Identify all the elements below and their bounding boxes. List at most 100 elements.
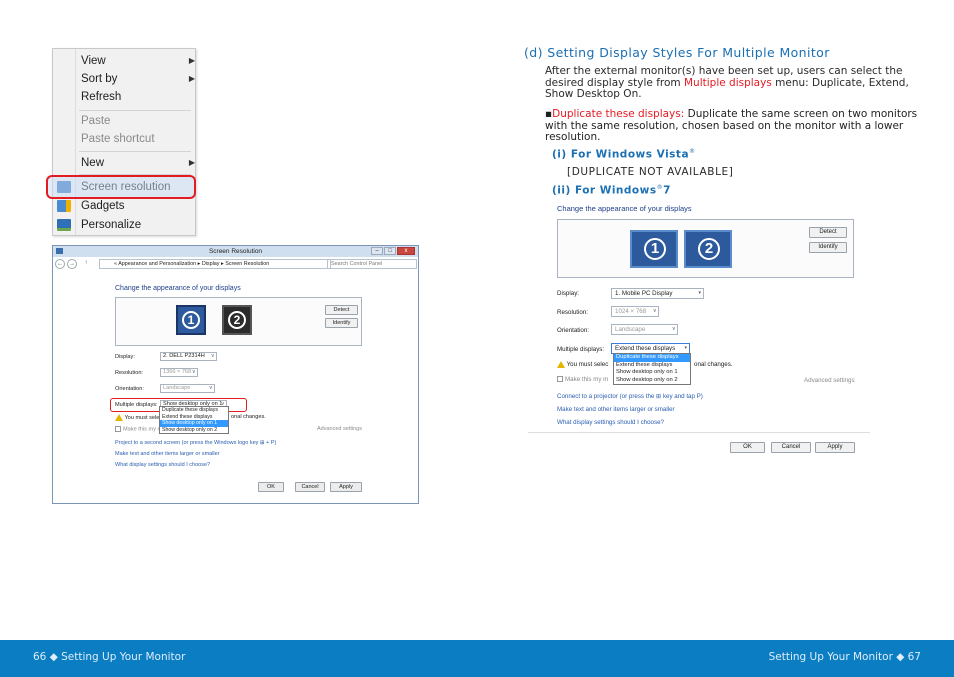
make-main-display[interactable]: Make this my m: [115, 426, 162, 432]
close-button[interactable]: x: [397, 247, 415, 255]
dropdown-option[interactable]: Show desktop only on 2: [160, 427, 228, 434]
chevron-down-icon: v: [211, 353, 215, 359]
text-size-link[interactable]: Make text and other items larger or smal…: [115, 451, 220, 457]
select-value: 1366 × 768: [163, 369, 192, 375]
win7-version: 7: [663, 184, 671, 197]
win7-heading-text: (ii) For Windows: [552, 184, 657, 197]
identify-button[interactable]: Identify: [325, 318, 358, 328]
dropdown-option[interactable]: Show desktop only on 1: [614, 369, 690, 377]
forward-icon[interactable]: →: [67, 259, 77, 269]
checkbox[interactable]: [115, 426, 121, 432]
ok-button[interactable]: OK: [258, 482, 284, 492]
ok-button[interactable]: OK: [730, 442, 765, 453]
monitor-2-icon[interactable]: 2: [222, 305, 252, 335]
checkbox-label: Make this my m: [123, 426, 163, 433]
back-icon[interactable]: ←: [55, 259, 65, 269]
chevron-down-icon: v: [653, 308, 657, 314]
gadgets-icon: [57, 200, 71, 212]
dropdown-option[interactable]: Duplicate these displays: [160, 407, 228, 414]
footer-left-page: 66 ◆ Setting Up Your Monitor: [33, 651, 186, 663]
menu-item-gadgets[interactable]: Gadgets: [81, 197, 124, 215]
chevron-down-icon: ▾: [698, 290, 701, 296]
menu-separator: [79, 151, 191, 152]
warning-message-tail: onal changes.: [231, 414, 266, 420]
menu-item-sort-by[interactable]: Sort by ▶: [81, 70, 195, 88]
text-size-link[interactable]: Make text and other items larger or smal…: [557, 406, 675, 413]
search-input[interactable]: Search Control Panel: [327, 259, 417, 269]
breadcrumb[interactable]: « Appearance and Personalization ▸ Displ…: [99, 259, 331, 269]
submenu-arrow-icon: ▶: [188, 56, 195, 65]
warning-message: You must select: [115, 414, 164, 421]
monitor-2-icon[interactable]: 2: [684, 230, 732, 268]
monitor-number: 1: [644, 238, 666, 260]
menu-item-personalize[interactable]: Personalize: [81, 216, 141, 234]
resolution-select: 1024 × 768 v: [611, 306, 659, 317]
menu-item-view[interactable]: View ▶: [81, 52, 195, 70]
screen-resolution-window: Screen Resolution – □ x ← → ↑ « Appearan…: [52, 245, 419, 504]
project-link[interactable]: Project to a second screen (or press the…: [115, 440, 276, 446]
monitor-1-icon[interactable]: 1: [176, 305, 206, 335]
make-main-display[interactable]: Make this my m: [557, 376, 608, 383]
address-bar: ← → ↑ « Appearance and Personalization ▸…: [55, 259, 417, 270]
checkbox-label: Make this my m: [565, 376, 609, 383]
intro-paragraph: After the external monitor(s) have been …: [545, 65, 915, 101]
cancel-button[interactable]: Cancel: [771, 442, 811, 453]
orientation-select: Landscape v: [611, 324, 678, 335]
display-select[interactable]: 2. DELL P2314H v: [160, 352, 217, 361]
menu-label: View: [81, 55, 106, 67]
submenu-arrow-icon: ▶: [188, 74, 195, 83]
duplicate-bullet: ▪Duplicate these displays: Duplicate the…: [545, 108, 918, 144]
cancel-button[interactable]: Cancel: [295, 482, 325, 492]
select-value: 1. Mobile PC Display: [615, 290, 673, 297]
vista-heading: (i) For Windows Vista®: [552, 148, 696, 161]
apply-button[interactable]: Apply: [815, 442, 855, 453]
personalize-icon: [57, 219, 71, 231]
submenu-arrow-icon: ▶: [188, 158, 195, 167]
detect-button[interactable]: Detect: [809, 227, 847, 238]
minimize-button[interactable]: –: [371, 247, 383, 255]
orientation-label: Orientation:: [115, 386, 144, 392]
display-help-link[interactable]: What display settings should I choose?: [557, 419, 664, 426]
resolution-label: Resolution:: [115, 370, 143, 376]
dropdown-option-selected[interactable]: Duplicate these displays: [614, 354, 690, 362]
menu-item-new[interactable]: New ▶: [81, 154, 195, 172]
detect-button[interactable]: Detect: [325, 305, 358, 315]
apply-button[interactable]: Apply: [330, 482, 362, 492]
page-heading: Change the appearance of your displays: [115, 285, 241, 292]
identify-button[interactable]: Identify: [809, 242, 847, 253]
menu-label: New: [81, 157, 105, 169]
window-title: Screen Resolution: [208, 248, 263, 255]
advanced-settings-link[interactable]: Advanced settings: [804, 377, 855, 384]
warning-icon: [557, 361, 565, 368]
display-select[interactable]: 1. Mobile PC Display ▾: [611, 288, 704, 299]
dropdown-option[interactable]: Show desktop only on 2: [614, 377, 690, 385]
menu-item-paste: Paste: [81, 115, 111, 127]
registered-mark: ®: [689, 148, 696, 155]
window-titlebar: Screen Resolution – □ x: [53, 246, 418, 257]
vista-heading-text: (i) For Windows Vista: [552, 148, 690, 161]
maximize-button[interactable]: □: [384, 247, 396, 255]
dropdown-option[interactable]: Extend these displays: [614, 362, 690, 370]
resolution-label: Resolution:: [557, 309, 588, 316]
monitor-1-icon[interactable]: 1: [630, 230, 678, 268]
monitor-number: 2: [228, 311, 246, 329]
win7-monitor-preview: 1 2 Detect Identify: [557, 219, 854, 278]
select-value: Landscape: [163, 385, 191, 391]
checkbox[interactable]: [557, 376, 563, 383]
menu-item-refresh[interactable]: Refresh: [81, 88, 121, 106]
window-controls: – □ x: [371, 247, 415, 255]
warning-message: You must selec: [557, 361, 608, 368]
vista-note: [DUPLICATE NOT AVAILABLE]: [567, 166, 734, 178]
multiple-displays-label: Multiple displays:: [557, 346, 605, 353]
chevron-down-icon: v: [192, 369, 196, 375]
up-icon[interactable]: ↑: [81, 259, 91, 269]
screen-resolution-highlight: [46, 175, 196, 199]
advanced-settings-link[interactable]: Advanced settings: [317, 426, 362, 432]
warning-text: You must select: [124, 414, 164, 421]
win7-heading: (ii) For Windows®7: [552, 184, 671, 197]
page-footer: 66 ◆ Setting Up Your Monitor Setting Up …: [0, 640, 954, 677]
display-help-link[interactable]: What display settings should I choose?: [115, 462, 210, 468]
projector-link[interactable]: Connect to a projector (or press the ⊞ k…: [557, 393, 703, 400]
intro-highlight: Multiple displays: [683, 76, 772, 89]
select-value: 1024 × 768: [615, 308, 647, 315]
